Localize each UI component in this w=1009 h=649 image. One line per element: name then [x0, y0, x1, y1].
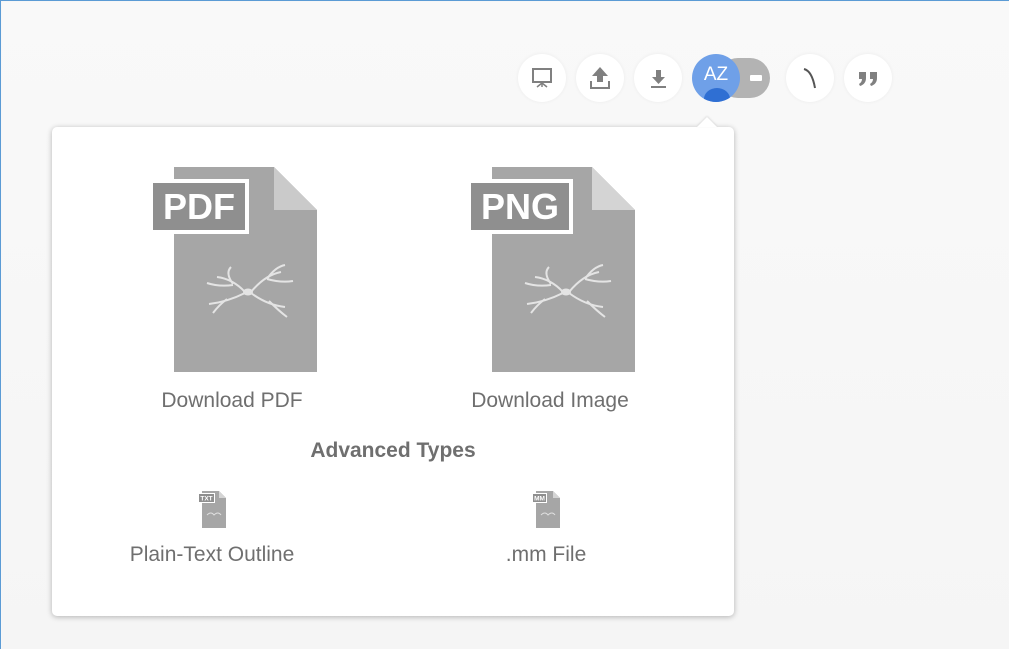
png-file-icon: PNG	[467, 167, 635, 372]
mm-file-icon: MM	[532, 491, 560, 528]
curve-button[interactable]	[786, 54, 834, 102]
mindmap-center-node	[243, 288, 253, 296]
download-image-label: Download Image	[471, 389, 629, 412]
quote-icon	[859, 72, 877, 86]
view-toggle[interactable]: AZ	[692, 54, 776, 102]
share-button[interactable]	[576, 54, 624, 102]
presentation-icon	[532, 68, 552, 88]
toggle-knob: AZ	[692, 54, 740, 102]
curve-line-icon	[803, 68, 816, 89]
txt-badge-text: TXT	[200, 496, 212, 503]
download-button[interactable]	[634, 54, 682, 102]
txt-file-icon: TXT	[198, 491, 226, 528]
pdf-file-icon: PDF	[149, 167, 317, 372]
app-frame: AZ PDF Download PDF PNG Download Image A…	[0, 0, 1009, 649]
download-image-option[interactable]: PNG Download Image	[430, 167, 670, 413]
top-toolbar: AZ	[518, 53, 892, 103]
person-icon	[704, 88, 730, 102]
presentation-button[interactable]	[518, 54, 566, 102]
pdf-badge-text: PDF	[163, 186, 235, 227]
mindmap-center-node	[561, 288, 571, 296]
quote-button[interactable]	[844, 54, 892, 102]
mm-file-option[interactable]: MM .mm File	[416, 489, 676, 567]
download-pdf-option[interactable]: PDF Download PDF	[112, 167, 352, 413]
advanced-types-heading: Advanced Types	[310, 439, 476, 462]
upload-icon	[590, 67, 610, 89]
png-badge-text: PNG	[481, 186, 559, 227]
plain-text-outline-option[interactable]: TXT Plain-Text Outline	[82, 489, 342, 567]
mm-badge-text: MM	[534, 496, 545, 503]
toggle-label: AZ	[703, 64, 729, 85]
download-icon	[651, 70, 666, 88]
plain-text-outline-label: Plain-Text Outline	[129, 543, 295, 566]
popup-caret	[697, 117, 717, 127]
download-menu: PDF Download PDF PNG Download Image Adva…	[52, 117, 734, 616]
minus-icon	[750, 75, 762, 81]
download-pdf-label: Download PDF	[161, 389, 303, 412]
mm-file-label: .mm File	[505, 543, 587, 566]
